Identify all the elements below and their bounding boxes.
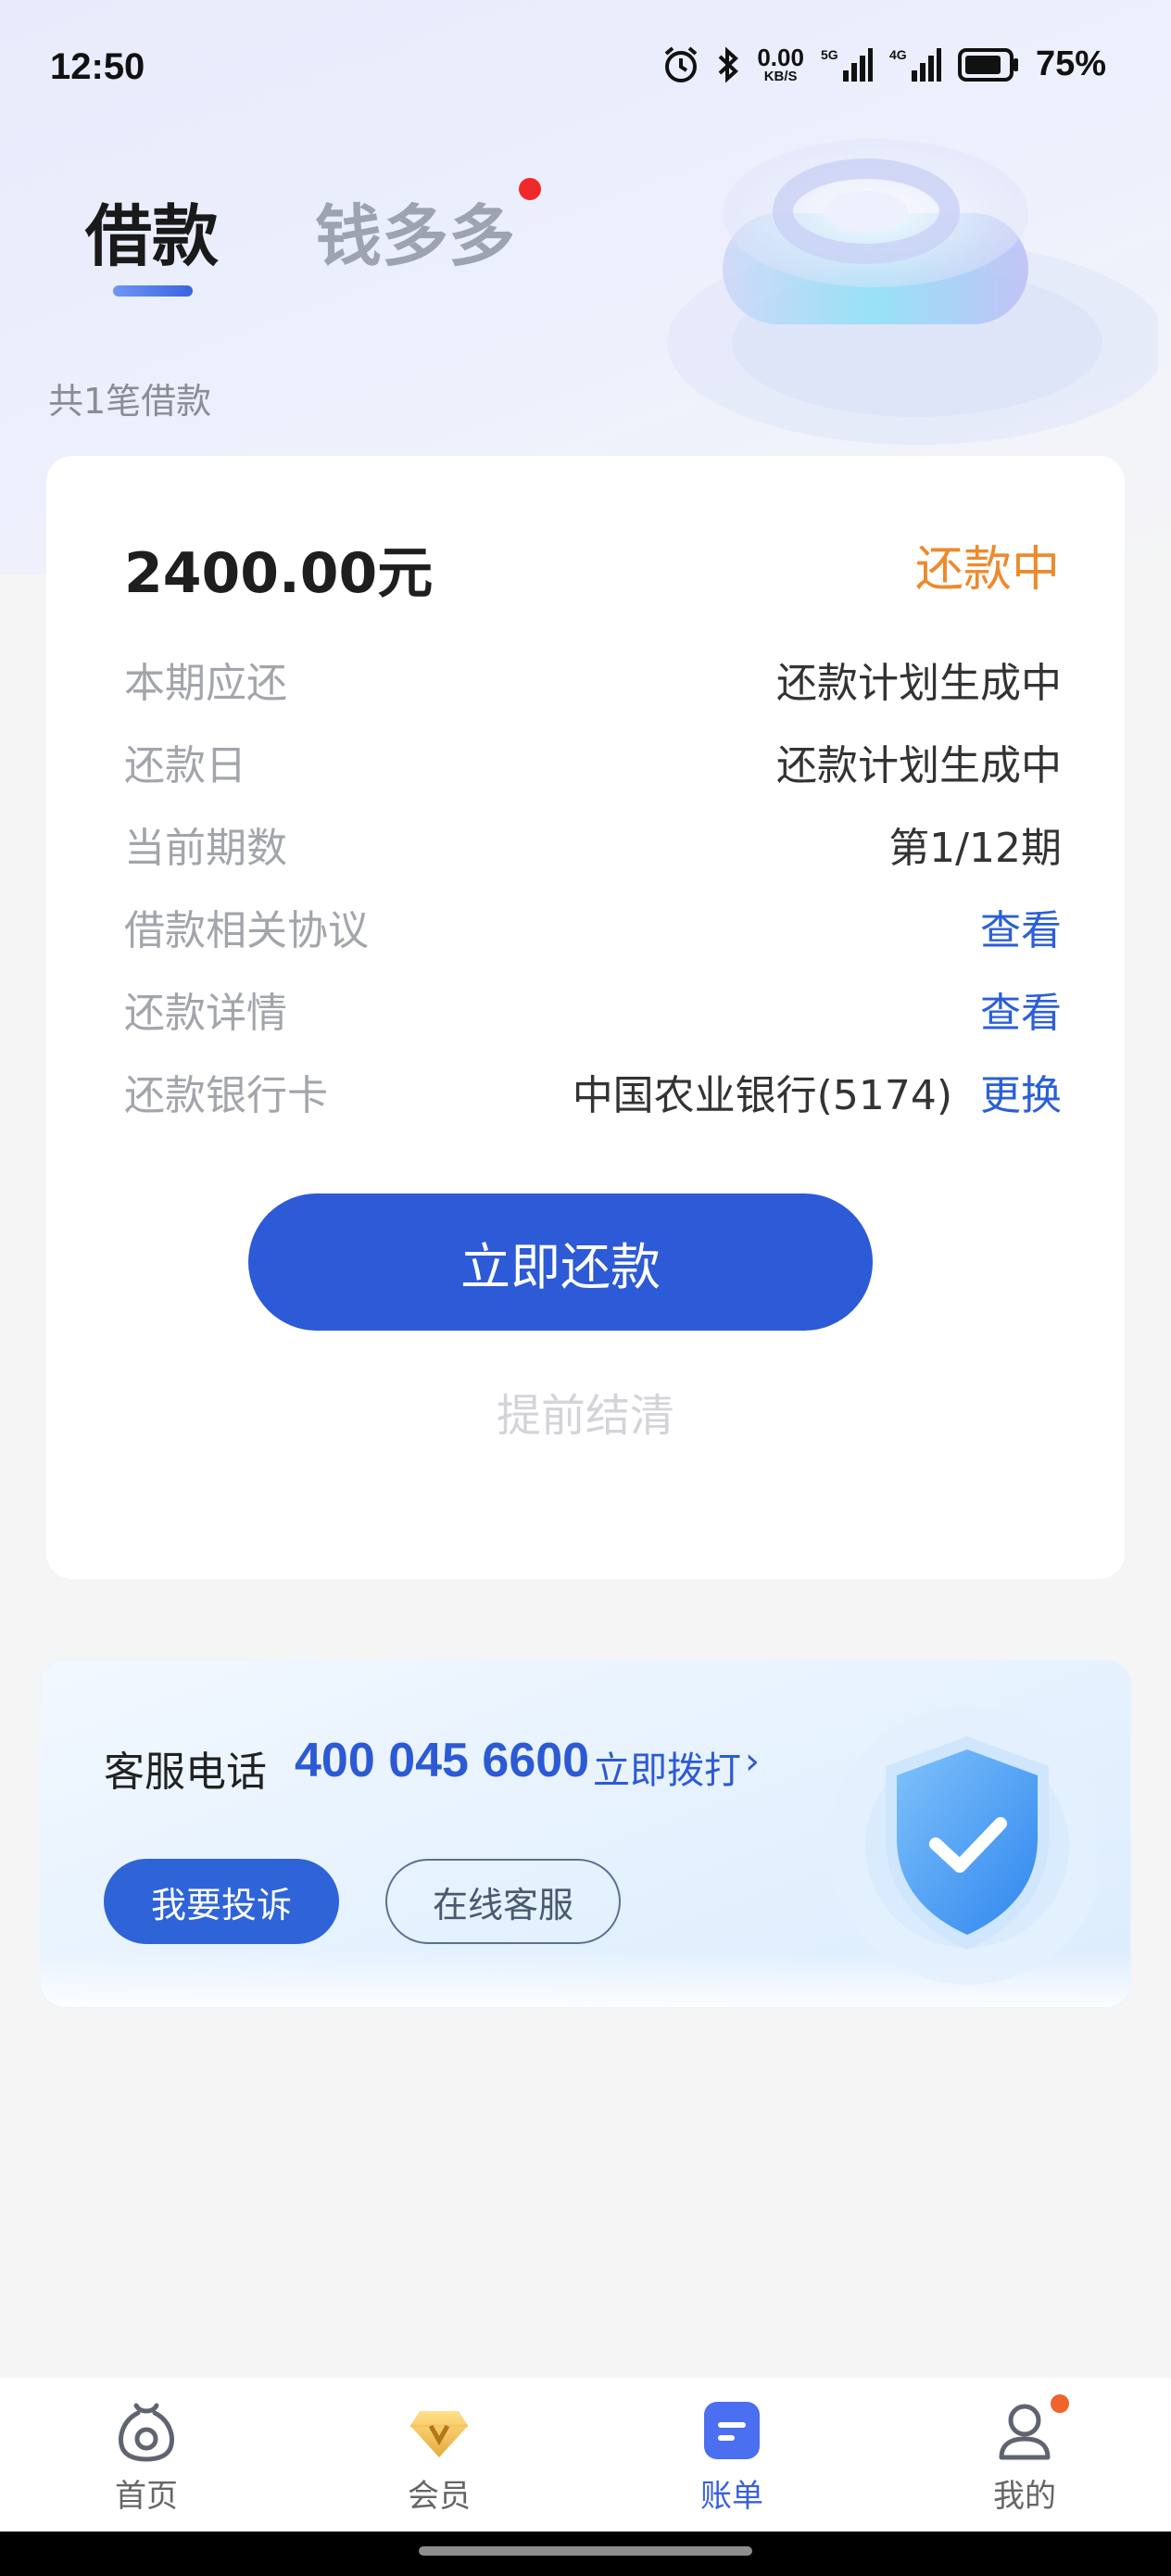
nav-label: 账单 [700, 2478, 763, 2515]
network-speed-unit: KB/S [763, 69, 798, 84]
detail-value: 还款计划生成中 [776, 659, 1062, 707]
shield-check-icon [828, 1707, 1097, 1985]
nav-item-bill[interactable]: 账单 [586, 2378, 878, 2532]
loan-details: 本期应还 还款计划生成中 还款日 还款计划生成中 当前期数 第1/12期 借款相… [124, 638, 1062, 1132]
coin-decoration-graphic [667, 139, 1158, 445]
tab-loan[interactable]: 借款 [85, 182, 219, 279]
customer-service-card: 客服电话 400 045 6600 立即拨打 › 我要投诉 在线客服 [39, 1659, 1132, 2009]
detail-label: 借款相关协议 [124, 906, 369, 954]
signal-5g-icon: 5G [821, 47, 873, 82]
service-phone-number[interactable]: 400 045 6600 [295, 1733, 589, 1788]
loan-amount: 2400.00元 [124, 541, 434, 606]
detail-row-current-period: 当前期数 第1/12期 [124, 802, 1062, 885]
detail-value: 还款计划生成中 [776, 741, 1062, 789]
nav-item-home[interactable]: 首页 [0, 2378, 293, 2532]
status-time: 12:50 [50, 46, 145, 87]
status-bar: 12:50 0.00 KB/S 5G 4G 75% [0, 0, 1171, 139]
bill-icon [704, 2402, 760, 2459]
bank-card-value: 中国农业银行(5174) [572, 1071, 952, 1119]
detail-label: 当前期数 [124, 824, 287, 872]
nav-label: 我的 [993, 2478, 1056, 2515]
detail-label: 还款详情 [124, 989, 287, 1037]
notification-dot [519, 178, 541, 200]
nav-item-mine[interactable]: 我的 [878, 2378, 1171, 2532]
dial-now-link[interactable]: 立即拨打 [593, 1740, 741, 1794]
nav-label: 首页 [115, 2478, 178, 2515]
repay-now-button[interactable]: 立即还款 [248, 1193, 873, 1331]
detail-row-repay-date: 还款日 还款计划生成中 [124, 720, 1062, 802]
early-settle-link[interactable]: 提前结清 [46, 1379, 1125, 1444]
detail-label: 还款银行卡 [124, 1071, 328, 1119]
detail-value: 第1/12期 [888, 824, 1062, 872]
status-icons: 0.00 KB/S 5G 4G 75% [662, 44, 1106, 84]
detail-row-current-due: 本期应还 还款计划生成中 [124, 638, 1062, 720]
detail-row-repay-details: 还款详情 查看 [124, 967, 1062, 1050]
change-card-link[interactable]: 更换 [980, 1062, 1062, 1121]
online-service-button[interactable]: 在线客服 [385, 1859, 621, 1944]
detail-label: 本期应还 [124, 659, 287, 707]
nav-notification-dot [1051, 2394, 1069, 2413]
loan-count-text: 共1笔借款 [48, 381, 212, 422]
money-bag-icon [119, 2403, 174, 2462]
nav-item-member[interactable]: 会员 [293, 2378, 586, 2532]
detail-row-bank-card: 还款银行卡 中国农业银行(5174) 更换 [124, 1050, 1062, 1132]
nav-label: 会员 [408, 2478, 471, 2515]
tab-qianduoduo[interactable]: 钱多多 [315, 182, 515, 279]
service-phone-label: 客服电话 [104, 1749, 267, 1796]
svg-text:4G: 4G [889, 47, 907, 62]
detail-label: 还款日 [124, 741, 246, 789]
chevron-right-icon[interactable]: › [745, 1740, 760, 1783]
loan-status: 还款中 [914, 542, 1060, 598]
battery-icon [957, 47, 1018, 82]
complain-button[interactable]: 我要投诉 [104, 1859, 339, 1944]
detail-row-agreements: 借款相关协议 查看 [124, 885, 1062, 967]
view-agreements-link[interactable]: 查看 [980, 897, 1062, 956]
loan-card: 2400.00元 还款中 本期应还 还款计划生成中 还款日 还款计划生成中 当前… [46, 456, 1125, 1579]
active-tab-indicator [113, 285, 193, 297]
network-speed-value: 0.00 [757, 44, 804, 71]
user-icon [999, 2404, 1051, 2460]
bluetooth-icon [718, 46, 739, 82]
view-repay-details-link[interactable]: 查看 [980, 979, 1062, 1039]
network-speed: 0.00 KB/S [757, 45, 804, 83]
alarm-icon [665, 45, 698, 82]
bank-card-group: 中国农业银行(5174) 更换 [573, 1062, 1062, 1121]
battery-percentage: 75% [1035, 44, 1106, 83]
signal-4g-icon: 4G [889, 47, 941, 82]
bottom-nav: 首页 会员 账单 我的 [0, 2378, 1171, 2532]
diamond-v-icon [410, 2411, 468, 2457]
svg-text:5G: 5G [821, 47, 838, 62]
home-indicator[interactable] [419, 2546, 752, 2556]
